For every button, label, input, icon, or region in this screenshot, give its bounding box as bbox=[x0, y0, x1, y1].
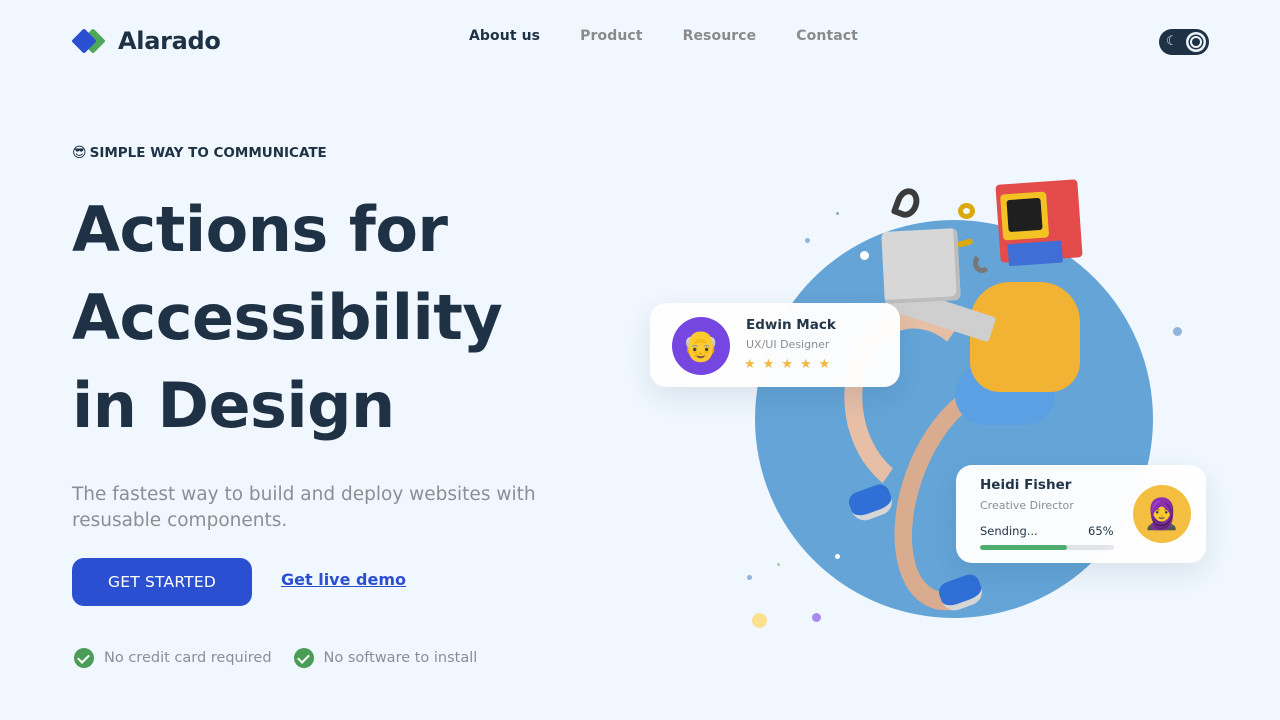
star-icon: ★ bbox=[744, 357, 756, 372]
eyebrow-text: SIMPLE WAY TO COMMUNICATE bbox=[89, 145, 327, 161]
theme-toggle[interactable]: ☾ bbox=[1159, 29, 1209, 55]
main-nav: About us Product Resource Contact bbox=[469, 28, 858, 44]
decor-dot bbox=[777, 563, 780, 566]
get-started-button[interactable]: GET STARTED bbox=[72, 558, 252, 606]
monitor-head-icon bbox=[995, 179, 1083, 267]
progress-bar bbox=[980, 545, 1114, 550]
feature-checks: No credit card required No software to i… bbox=[74, 648, 477, 668]
hero-title: Actions for Accessibility in Design bbox=[72, 186, 592, 450]
logo[interactable]: Alarado bbox=[71, 26, 221, 56]
chrome-hook-shape bbox=[973, 253, 991, 273]
progress-status: Sending... bbox=[980, 524, 1038, 538]
check-circle-icon bbox=[293, 648, 314, 668]
nav-resource[interactable]: Resource bbox=[683, 28, 757, 44]
card-role: Creative Director bbox=[980, 499, 1074, 512]
decor-dot bbox=[1173, 327, 1182, 336]
check-label: No software to install bbox=[323, 650, 478, 666]
nav-contact[interactable]: Contact bbox=[796, 28, 858, 44]
check-item: No software to install bbox=[293, 648, 478, 668]
hero-eyebrow: 😎 SIMPLE WAY TO COMMUNICATE bbox=[72, 144, 327, 162]
progress-percent: 65% bbox=[1088, 524, 1114, 538]
progress-bar-fill bbox=[980, 545, 1068, 550]
hero-subtitle: The fastest way to build and deploy webs… bbox=[72, 484, 536, 531]
gold-ring-shape bbox=[958, 203, 975, 219]
card-name: Edwin Mack bbox=[746, 317, 836, 333]
live-demo-link[interactable]: Get live demo bbox=[281, 570, 406, 589]
decor-dot bbox=[836, 212, 839, 215]
decor-dot bbox=[752, 613, 767, 628]
avatar: 👴 bbox=[672, 317, 730, 375]
avatar: 🧕 bbox=[1133, 485, 1191, 543]
hero-title-line-1: Actions for bbox=[72, 193, 448, 266]
hero-title-line-3: in Design bbox=[72, 369, 395, 442]
decor-dot bbox=[835, 554, 840, 559]
check-label: No credit card required bbox=[104, 650, 272, 666]
nav-product[interactable]: Product bbox=[580, 28, 642, 44]
decor-dot bbox=[812, 613, 821, 622]
brand-name: Alarado bbox=[118, 27, 221, 55]
star-icon: ★ bbox=[781, 357, 793, 372]
star-icon: ★ bbox=[799, 357, 812, 372]
hero-illustration bbox=[640, 170, 1220, 650]
card-role: UX/UI Designer bbox=[746, 338, 830, 351]
profile-card-edwin: 👴 Edwin Mack UX/UI Designer ★ ★ ★ ★ ★ bbox=[650, 303, 900, 387]
sunglasses-emoji-icon: 😎 bbox=[72, 145, 87, 161]
card-name: Heidi Fisher bbox=[980, 477, 1072, 493]
logo-diamond-icon bbox=[71, 26, 106, 56]
hero-title-line-2: Accessibility bbox=[72, 281, 503, 354]
decor-dot bbox=[805, 238, 810, 243]
profile-card-heidi: Heidi Fisher Creative Director Sending..… bbox=[956, 465, 1206, 563]
check-item: No credit card required bbox=[74, 648, 272, 668]
squiggle-shape bbox=[890, 184, 924, 222]
sun-icon bbox=[1186, 32, 1206, 52]
star-rating: ★ ★ ★ ★ ★ bbox=[744, 357, 830, 372]
nav-about-us[interactable]: About us bbox=[469, 28, 540, 44]
moon-icon: ☾ bbox=[1166, 34, 1178, 49]
star-icon: ★ bbox=[762, 357, 775, 372]
laptop-icon bbox=[881, 228, 961, 304]
decor-dot bbox=[747, 575, 752, 580]
site-header: Alarado About us Product Resource Contac… bbox=[0, 0, 1280, 84]
check-circle-icon bbox=[74, 648, 94, 668]
decor-dot bbox=[860, 251, 869, 260]
star-icon: ★ bbox=[818, 357, 831, 372]
